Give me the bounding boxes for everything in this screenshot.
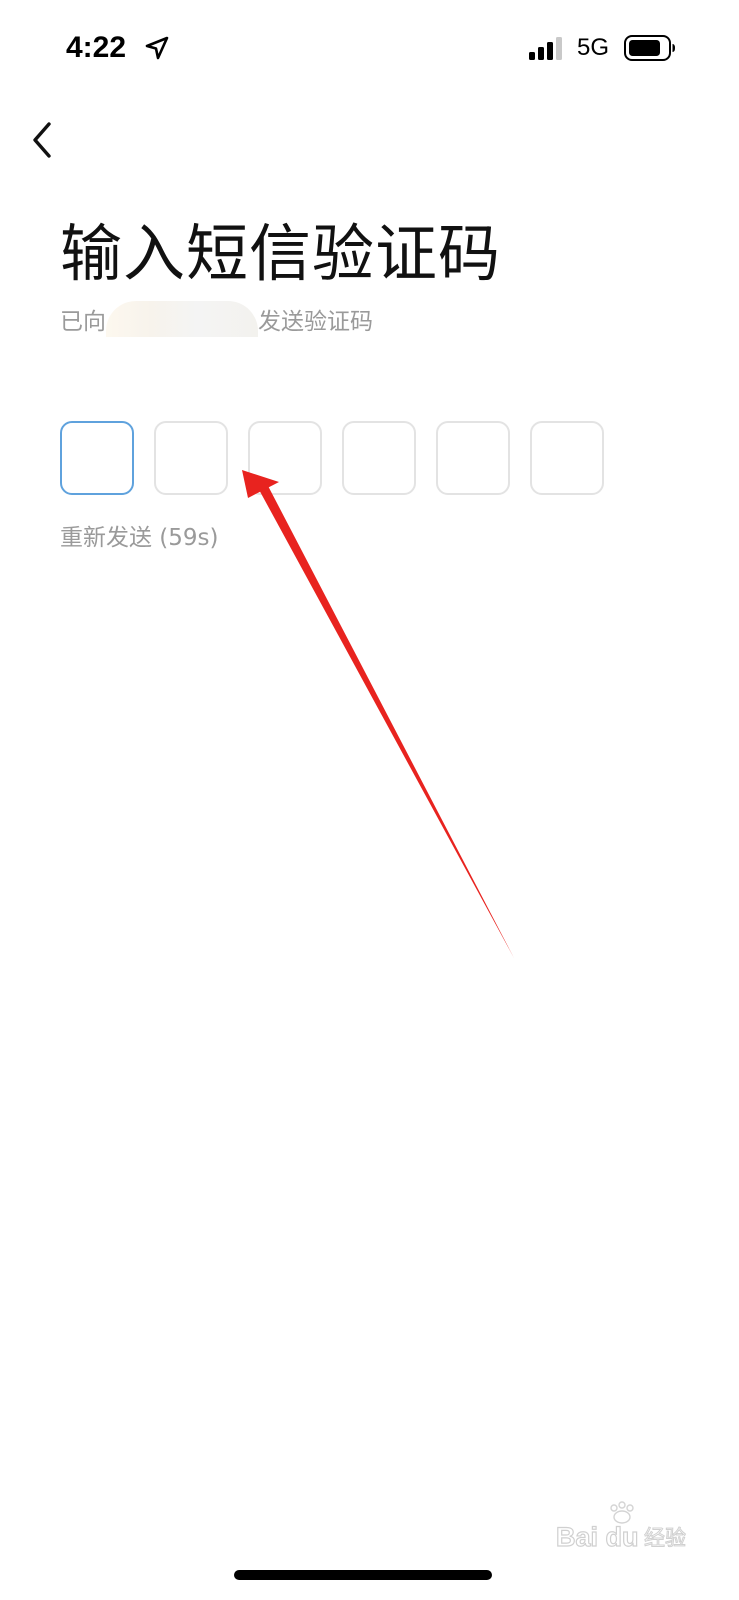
status-bar: 4:22 5G — [0, 0, 739, 96]
annotation-arrow-shaft — [257, 482, 514, 958]
svg-text:经验: 经验 — [644, 1526, 686, 1550]
cellular-signal-icon — [529, 37, 562, 60]
network-label: 5G — [577, 34, 610, 61]
otp-digit-box-4[interactable] — [342, 421, 416, 495]
otp-digit-box-5[interactable] — [436, 421, 510, 495]
otp-input-group — [60, 421, 604, 495]
otp-digit-box-1[interactable] — [60, 421, 134, 495]
sms-sent-notice: 已向 发送验证码 — [60, 300, 373, 341]
otp-digit-box-3[interactable] — [248, 421, 322, 495]
otp-digit-box-2[interactable] — [154, 421, 228, 495]
svg-text:Bai du: Bai du — [556, 1522, 639, 1552]
redacted-phone-number — [106, 300, 258, 337]
baidu-watermark-logo: Bai du 经验 — [556, 1501, 687, 1553]
back-button[interactable] — [18, 112, 66, 168]
battery-icon — [624, 35, 675, 61]
chevron-left-icon — [33, 122, 51, 158]
page-title: 输入短信验证码 — [60, 217, 502, 290]
otp-digit-box-6[interactable] — [530, 421, 604, 495]
resend-countdown: 重新发送 (59s) — [60, 525, 219, 551]
location-arrow-icon — [145, 36, 169, 60]
subtitle-prefix: 已向 — [60, 309, 106, 335]
subtitle-suffix: 发送验证码 — [258, 309, 373, 335]
status-time: 4:22 — [66, 31, 127, 64]
home-indicator — [234, 1570, 492, 1580]
